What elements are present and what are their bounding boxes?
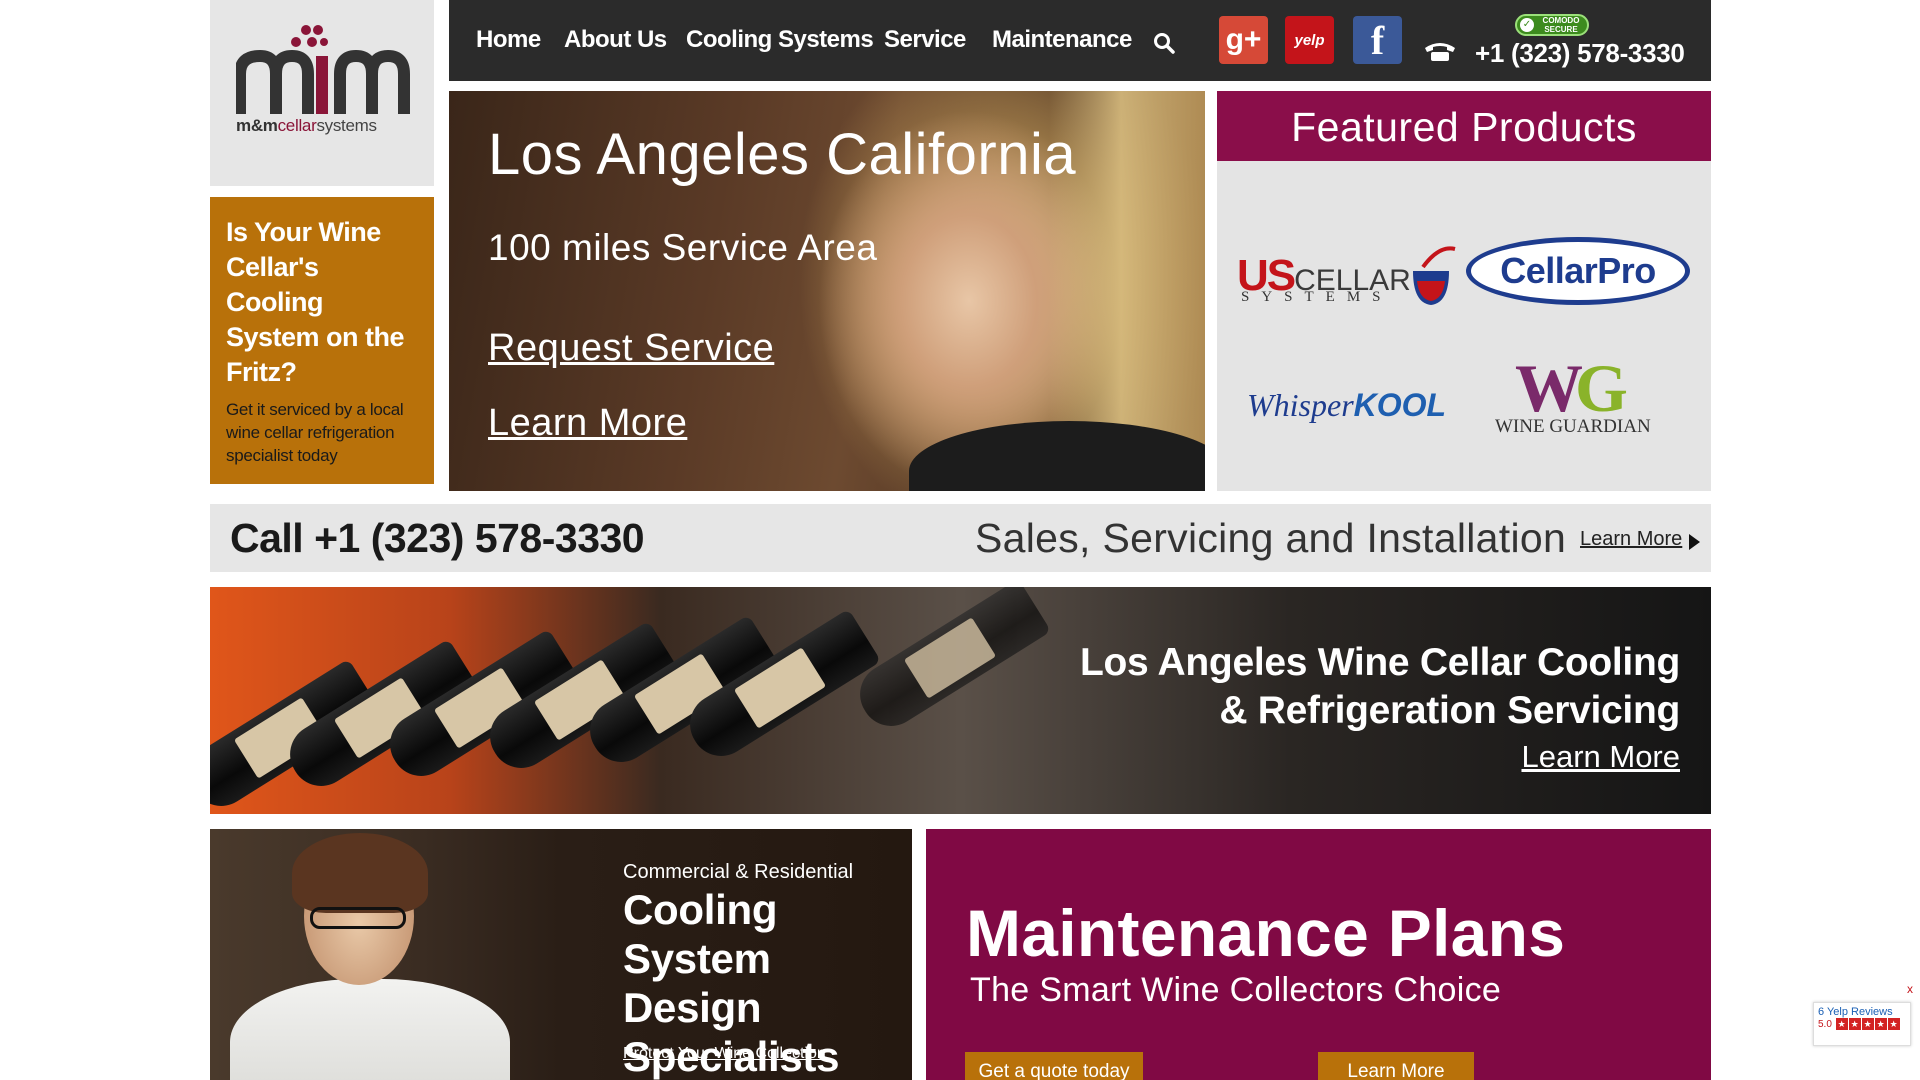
yelp-rating: 5.0 ★ ★ ★ ★ ★ — [1818, 1018, 1900, 1030]
close-icon[interactable]: x — [1907, 982, 1913, 996]
main-nav: Home About Us Cooling Systems Service Ma… — [449, 0, 1711, 81]
maintenance-learn-more-button[interactable]: Learn More — [1318, 1052, 1474, 1080]
hero-banner: Los Angeles California 100 miles Service… — [449, 91, 1205, 491]
protect-wine-collection-link[interactable]: Protect Your Wine Collection — [623, 1045, 826, 1063]
phone-icon — [1423, 40, 1457, 67]
facebook-icon[interactable]: f — [1353, 16, 1402, 64]
wine-cooling-title: Los Angeles Wine Cellar Cooling & Refrig… — [1080, 641, 1680, 732]
featured-products-panel: Featured Products USCELLAR SYSTEMS Cella… — [1217, 91, 1711, 491]
thumbs-up-icon: ✓ — [1520, 18, 1534, 32]
search-icon[interactable] — [1153, 32, 1175, 59]
hero-title: Los Angeles California — [488, 122, 1077, 187]
nav-cooling-systems[interactable]: Cooling Systems — [686, 26, 874, 54]
star-icon: ★ — [1887, 1018, 1900, 1030]
request-service-link[interactable]: Request Service — [488, 327, 774, 370]
site-logo[interactable]: m&mcellarsystems — [210, 0, 434, 186]
services-tagline: Sales, Servicing and Installation — [975, 515, 1567, 561]
design-kicker: Commercial & Residential — [623, 861, 854, 883]
specialist-photo-body — [230, 979, 510, 1080]
comodo-secure-badge[interactable]: ✓ COMODO SECURE — [1515, 14, 1589, 36]
design-specialists-panel: Commercial & Residential Cooling System … — [210, 829, 912, 1080]
nav-maintenance[interactable]: Maintenance — [992, 26, 1132, 54]
hero-subtitle: 100 miles Service Area — [488, 227, 878, 268]
callbar-learn-more-link[interactable]: Learn More — [1580, 528, 1682, 551]
nav-service[interactable]: Service — [884, 26, 966, 54]
star-icon: ★ — [1848, 1018, 1861, 1030]
call-phone-text[interactable]: Call +1 (323) 578-3330 — [230, 515, 645, 562]
arrow-right-icon[interactable] — [1689, 534, 1700, 550]
promo-text: Get it serviced by a local wine cellar r… — [226, 400, 404, 465]
cellarpro-logo[interactable]: CellarPro — [1466, 237, 1690, 305]
mm-logo-mark-icon — [236, 25, 410, 114]
star-icon: ★ — [1874, 1018, 1887, 1030]
maintenance-title: Maintenance Plans — [966, 896, 1566, 970]
yelp-reviews-widget[interactable]: 6 Yelp Reviews 5.0 ★ ★ ★ ★ ★ — [1813, 1002, 1911, 1046]
get-quote-button[interactable]: Get a quote today — [965, 1052, 1143, 1080]
service-promo-box: Is Your Wine Cellar's Cooling System on … — [210, 197, 434, 505]
star-icon: ★ — [1861, 1018, 1874, 1030]
header-phone-link[interactable]: +1 (323) 578-3330 — [1475, 38, 1685, 69]
wine-guardian-text: WINE GUARDIAN — [1495, 416, 1651, 437]
hero-learn-more-link[interactable]: Learn More — [488, 402, 687, 445]
featured-products-heading: Featured Products — [1217, 91, 1711, 161]
wine-cooling-banner: Los Angeles Wine Cellar Cooling & Refrig… — [210, 587, 1711, 814]
logo-wordmark: m&mcellarsystems — [236, 116, 377, 135]
maintenance-subtitle: The Smart Wine Collectors Choice — [970, 971, 1502, 1009]
us-cellar-systems-tagline: SYSTEMS — [1241, 289, 1393, 305]
nav-about-us[interactable]: About Us — [564, 26, 667, 54]
wine-glass-icon — [1413, 246, 1456, 305]
yelp-icon[interactable]: yelp — [1285, 16, 1334, 64]
nav-home[interactable]: Home — [476, 26, 541, 54]
specialist-photo-hair — [292, 833, 428, 913]
hero-photo-shirt — [909, 421, 1205, 491]
call-bar: Call +1 (323) 578-3330 Sales, Servicing … — [210, 504, 1711, 572]
glasses-icon — [310, 907, 406, 929]
maintenance-plans-panel: Maintenance Plans The Smart Wine Collect… — [926, 829, 1711, 1080]
start-now-link[interactable]: Start Now — [226, 479, 422, 506]
star-icon: ★ — [1835, 1018, 1848, 1030]
promo-title: Is Your Wine Cellar's Cooling System on … — [226, 217, 405, 387]
google-plus-icon[interactable]: g+ — [1219, 16, 1268, 64]
wine-bottle-image — [848, 587, 1052, 738]
yelp-review-count[interactable]: 6 Yelp Reviews — [1818, 1006, 1906, 1018]
wine-cooling-learn-more-link[interactable]: Learn More — [1521, 739, 1680, 775]
whisperkool-logo[interactable]: WhisperKOOL — [1247, 387, 1446, 424]
